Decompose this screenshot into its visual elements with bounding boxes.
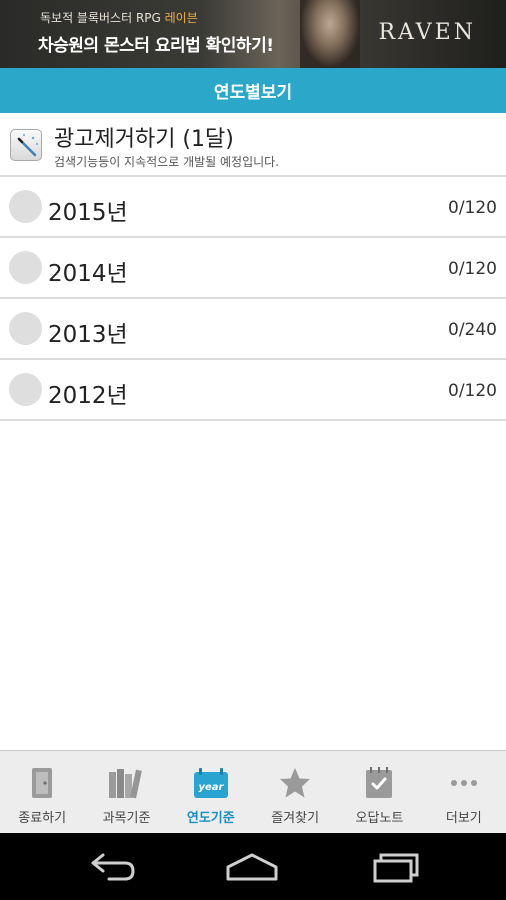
year-row-2015[interactable]: 2015년 0/120 [0, 177, 506, 238]
ad-tagline-highlight: 레이븐 [164, 11, 198, 25]
tab-year[interactable]: year 연도기준 [169, 751, 253, 833]
tab-more[interactable]: 더보기 [422, 751, 506, 833]
year-badge-text: year [198, 782, 224, 793]
exit-door-icon [22, 765, 62, 801]
year-label: 2013년 [48, 322, 128, 348]
page-title: 연도별보기 [213, 83, 293, 103]
year-progress-count: 0/240 [448, 320, 497, 340]
back-icon[interactable] [83, 851, 143, 883]
year-progress-count: 0/120 [448, 198, 497, 218]
tab-exit[interactable]: 종료하기 [0, 751, 84, 833]
ad-headline: 차승원의 몬스터 요리법 확인하기! [38, 36, 274, 56]
tab-favorites[interactable]: 즐겨찾기 [253, 751, 337, 833]
books-icon [106, 765, 146, 801]
home-icon[interactable] [222, 851, 282, 883]
status-circle-icon [9, 312, 42, 345]
tab-label: 더보기 [445, 811, 482, 826]
ad-logo: RAVEN [378, 20, 476, 45]
more-dots-icon [444, 765, 484, 801]
status-circle-icon [9, 190, 42, 223]
year-list: 2015년 0/120 2014년 0/120 2013년 0/240 2012… [0, 177, 506, 421]
star-icon [275, 765, 315, 801]
year-row-2014[interactable]: 2014년 0/120 [0, 238, 506, 299]
system-nav-bar [0, 833, 506, 900]
tab-label: 연도기준 [186, 811, 235, 826]
year-progress-count: 0/120 [448, 259, 497, 279]
notebook-check-icon [359, 765, 399, 801]
ad-person-image [300, 0, 360, 68]
header-bar: 연도별보기 [0, 68, 506, 113]
wand-icon [10, 129, 42, 161]
remove-ads-title: 광고제거하기 (1달) [54, 127, 234, 152]
tab-label: 오답노트 [355, 811, 404, 826]
remove-ads-subtitle: 검색기능등이 지속적으로 개발될 예정입니다. [54, 155, 280, 169]
ad-tagline: 독보적 블록버스터 RPG 레이븐 [40, 9, 198, 26]
recent-apps-icon[interactable] [365, 851, 425, 883]
tab-wrong-notes[interactable]: 오답노트 [337, 751, 421, 833]
bottom-tab-bar: 종료하기 과목기준 year 연도기준 즐겨찾기 오답노트 더보기 [0, 750, 506, 833]
status-circle-icon [9, 251, 42, 284]
tab-subject[interactable]: 과목기준 [84, 751, 168, 833]
year-label: 2015년 [48, 200, 128, 226]
year-row-2012[interactable]: 2012년 0/120 [0, 360, 506, 421]
tab-label: 과목기준 [102, 811, 151, 826]
ad-banner[interactable]: 독보적 블록버스터 RPG 레이븐 차승원의 몬스터 요리법 확인하기! RAV… [0, 0, 506, 68]
ad-tagline-prefix: 독보적 블록버스터 RPG [40, 11, 165, 25]
year-calendar-icon: year [191, 765, 231, 801]
tab-label: 즐겨찾기 [271, 811, 320, 826]
year-label: 2014년 [48, 261, 128, 287]
tab-label: 종료하기 [18, 811, 67, 826]
remove-ads-row[interactable]: 광고제거하기 (1달) 검색기능등이 지속적으로 개발될 예정입니다. [0, 113, 506, 177]
year-label: 2012년 [48, 383, 128, 409]
year-progress-count: 0/120 [448, 381, 497, 401]
year-row-2013[interactable]: 2013년 0/240 [0, 299, 506, 360]
status-circle-icon [9, 373, 42, 406]
